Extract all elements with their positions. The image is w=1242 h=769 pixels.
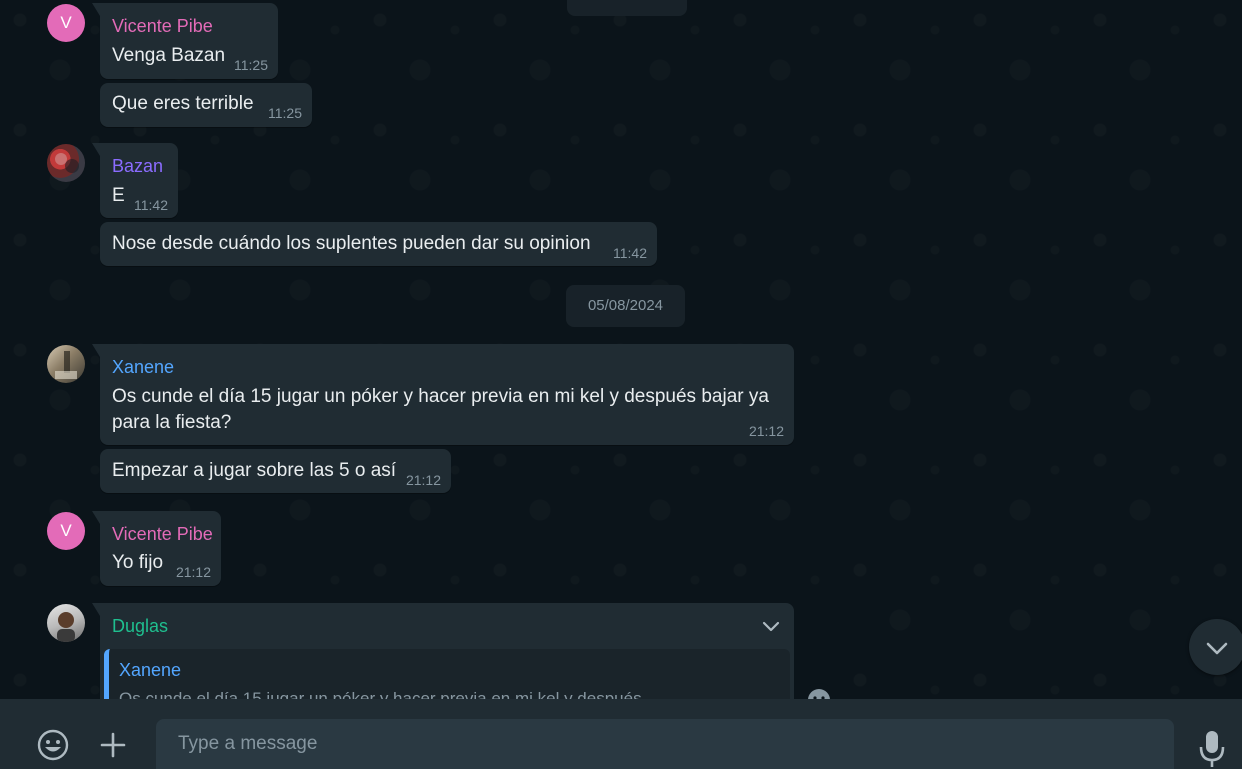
avatar-letter: V (60, 521, 72, 540)
message-text: E (112, 185, 125, 206)
message-input[interactable] (156, 719, 1174, 769)
scroll-to-bottom-button[interactable] (1189, 619, 1242, 675)
attach-button[interactable] (93, 725, 133, 765)
message-bubble[interactable]: Nose desde cuándo los suplentes pueden d… (100, 222, 657, 266)
message-sender: Vicente Pibe (112, 524, 213, 544)
message-sender: Bazan (112, 156, 164, 176)
avatar-xanene[interactable] (47, 345, 85, 383)
date-separator-text: 05/08/2024 (587, 297, 664, 314)
microphone-icon (1199, 731, 1225, 767)
message-text: Que eres terrible (112, 93, 254, 114)
message-bubble[interactable]: Bazan E 11:42 (92, 143, 178, 218)
message-text-line-1: Os cunde el día 15 jugar un póker y hace… (112, 386, 769, 407)
voice-message-button[interactable] (1192, 725, 1232, 769)
date-separator: 05/08/2024 (566, 285, 685, 327)
quoted-message[interactable]: Xanene Os cunde el día 15 jugar un póker… (104, 649, 790, 699)
message-menu-chevron-icon[interactable] (760, 615, 782, 637)
message-bubble[interactable]: Que eres terrible 11:25 (100, 83, 312, 127)
message-text: Empezar a jugar sobre las 5 o así (112, 460, 397, 481)
message-time: 11:25 (268, 105, 302, 121)
message-time: 21:12 (175, 564, 211, 580)
avatar-image (55, 351, 77, 379)
avatar-vicente[interactable]: V (47, 512, 85, 550)
avatar-image (57, 612, 75, 642)
message-bubble[interactable]: Duglas Xanene Os cunde el día 15 jugar u… (92, 603, 794, 699)
avatar-bazan[interactable] (47, 144, 85, 182)
reaction-emoji-icon[interactable] (802, 683, 836, 699)
quoted-sender: Xanene (119, 660, 182, 680)
chat-panel[interactable]: …/…/… V Vicente Pibe Venga Bazan 11:25 Q… (0, 0, 1242, 699)
message-sender: Xanene (112, 357, 175, 377)
message-time: 11:42 (613, 245, 647, 261)
avatar-vicente[interactable]: V (47, 4, 85, 42)
emoji-button[interactable] (33, 725, 73, 765)
quoted-text: Os cunde el día 15 jugar un póker y hace… (119, 689, 642, 699)
message-text: Venga Bazan (112, 45, 226, 66)
avatar-letter: V (60, 13, 72, 32)
avatar-image (55, 153, 79, 173)
chevron-down-icon (1206, 642, 1228, 655)
message-bubble[interactable]: Empezar a jugar sobre las 5 o así 21:12 (100, 449, 451, 493)
message-text: Nose desde cuándo los suplentes pueden d… (112, 233, 591, 254)
date-separator-top: …/…/… (567, 0, 687, 16)
emoji-icon (37, 729, 69, 761)
message-time: 11:42 (134, 197, 168, 213)
plus-icon (100, 732, 126, 758)
date-separator-top-text: …/…/… (600, 0, 653, 3)
message-time: 21:12 (405, 472, 441, 488)
composer-bar (0, 699, 1242, 769)
message-bubble[interactable]: Xanene Os cunde el día 15 jugar un póker… (92, 344, 794, 445)
message-sender: Duglas (112, 616, 169, 636)
message-bubble[interactable]: Vicente Pibe Yo fijo 21:12 (92, 511, 221, 586)
message-text-line-2: para la fiesta? (112, 412, 232, 433)
message-sender: Vicente Pibe (112, 16, 213, 36)
message-time: 11:25 (234, 57, 268, 73)
message-text: Yo fijo (112, 552, 164, 573)
avatar-duglas[interactable] (47, 604, 85, 642)
message-bubble[interactable]: Vicente Pibe Venga Bazan 11:25 (92, 3, 278, 79)
message-time: 21:12 (748, 423, 784, 439)
